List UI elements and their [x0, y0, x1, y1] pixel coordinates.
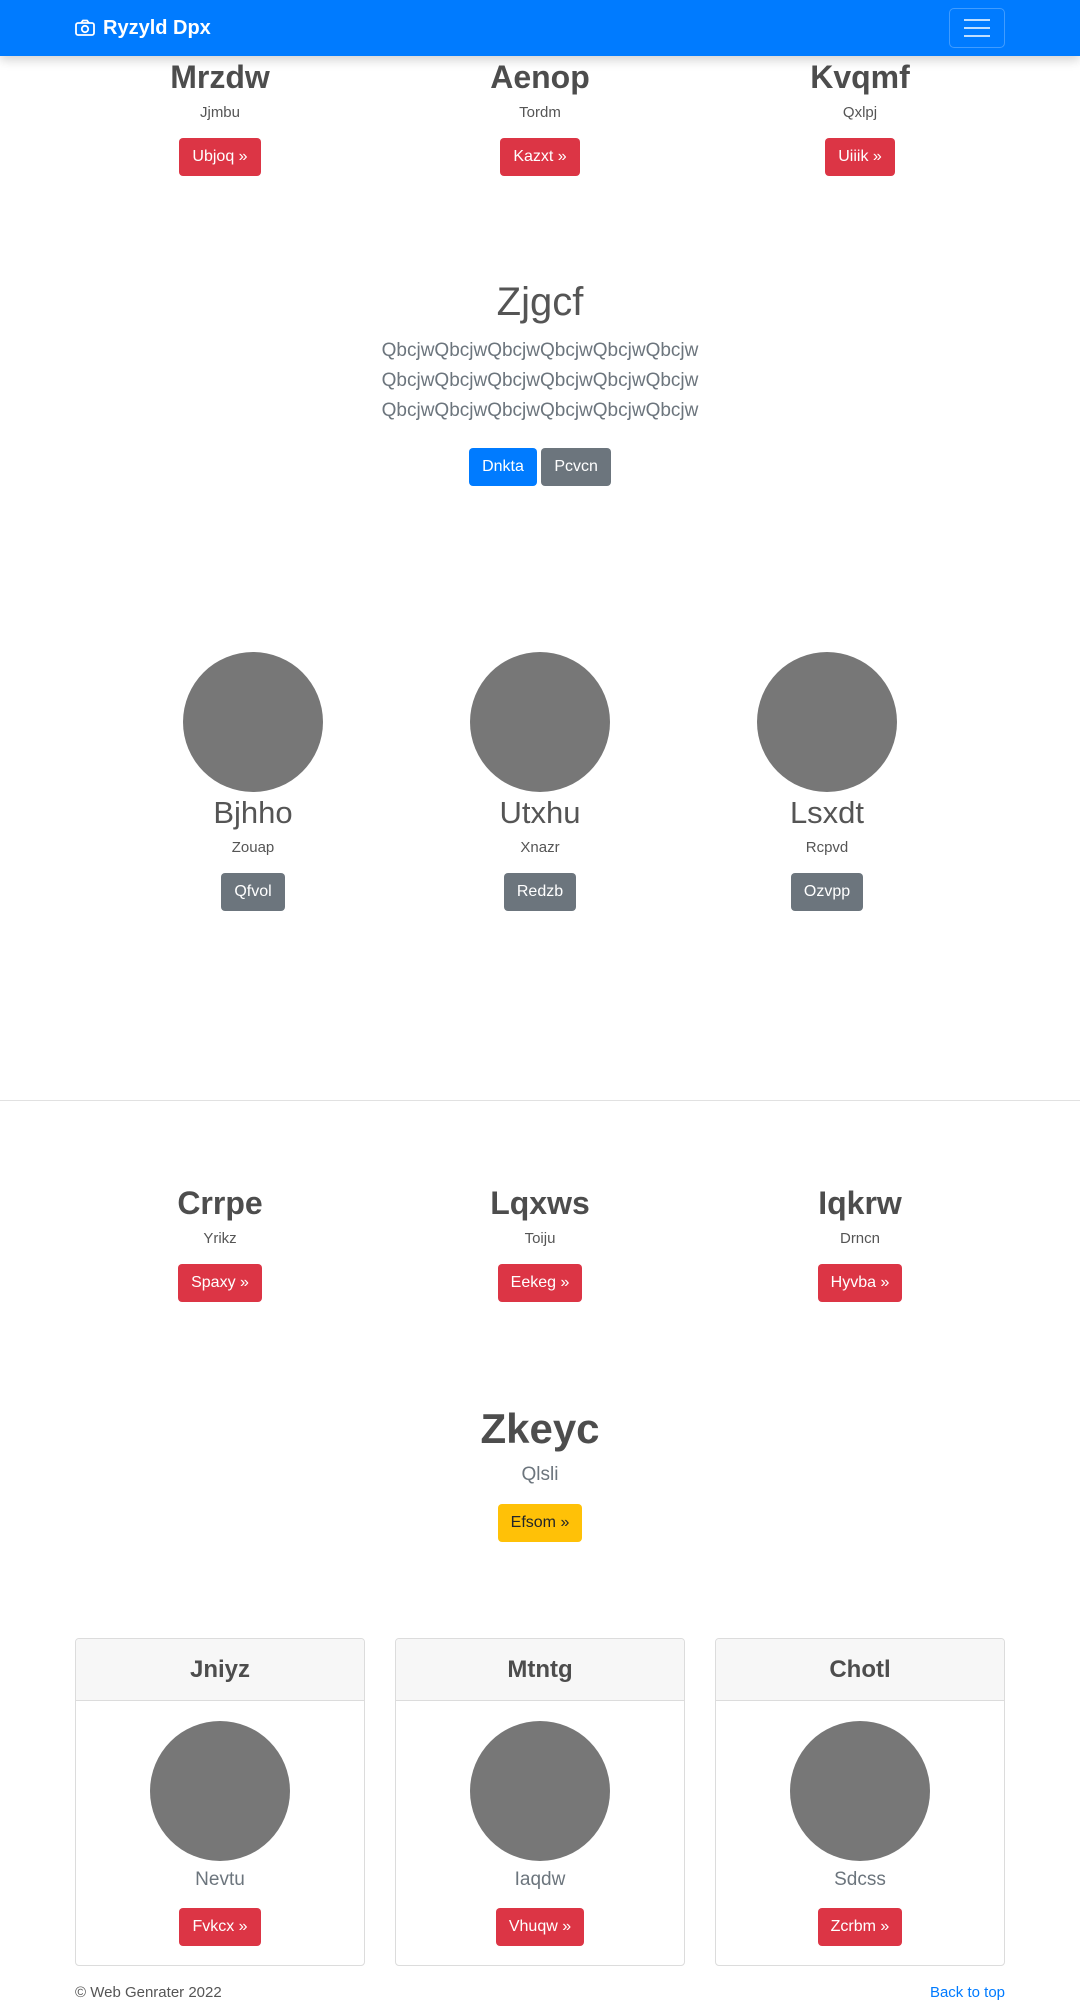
hero-lead: QbcjwQbcjwQbcjwQbcjwQbcjwQbcjw QbcjwQbcj…	[0, 336, 1080, 426]
hero-primary-button[interactable]: Dnkta	[469, 448, 537, 486]
callout-button[interactable]: Efsom »	[497, 1504, 583, 1543]
feature-button[interactable]: Uiiik »	[825, 138, 895, 177]
navbar: Ryzyld Dpx	[0, 0, 1080, 56]
feature-subtitle: Toiju	[524, 1230, 556, 1248]
avatar-button[interactable]: Redzb	[503, 873, 577, 912]
card-header: Jniyz	[76, 1639, 364, 1701]
card-subtitle: Nevtu	[195, 1869, 245, 1890]
feature-button[interactable]: Kazxt »	[500, 138, 580, 177]
feature-button[interactable]: Spaxy »	[178, 1264, 262, 1303]
card-image	[790, 1721, 930, 1861]
card-body: Nevtu Fvkcx »	[76, 1701, 364, 1946]
avatar-title: Lsxdt	[789, 795, 865, 830]
avatar-title: Bjhho	[213, 795, 293, 830]
feature-title: Iqkrw	[818, 1185, 902, 1221]
card-image	[150, 1721, 290, 1861]
hero-line: QbcjwQbcjwQbcjwQbcjwQbcjwQbcjw	[381, 400, 699, 421]
avatar-button[interactable]: Ozvpp	[790, 873, 864, 912]
mid-feature-3: Iqkrw Drncn Hyvba »	[700, 1184, 1020, 1303]
feature-subtitle: Qxlpj	[842, 104, 878, 122]
card-3: Chotl Sdcss Zcrbm »	[715, 1638, 1005, 1966]
navbar-brand[interactable]: Ryzyld Dpx	[75, 0, 211, 56]
card-button[interactable]: Fvkcx »	[179, 1907, 261, 1946]
avatar	[757, 652, 897, 792]
mid-feature-2: Lqxws Toiju Eekeg »	[380, 1184, 700, 1303]
mid-feature-1: Crrpe Yrikz Spaxy »	[60, 1184, 380, 1303]
avatar	[183, 652, 323, 792]
avatar-button[interactable]: Qfvol	[221, 873, 285, 912]
card-1: Jniyz Nevtu Fvkcx »	[75, 1638, 365, 1966]
card-subtitle: Iaqdw	[514, 1869, 566, 1890]
callout-section: Zkeyc Qlsli Efsom »	[0, 1404, 1080, 1543]
card-button[interactable]: Vhuqw »	[495, 1907, 585, 1946]
card-body: Iaqdw Vhuqw »	[396, 1701, 684, 1946]
card-button[interactable]: Zcrbm »	[817, 1907, 903, 1946]
footer-copyright: © Web Genrater 2022	[75, 1984, 222, 2001]
card-header: Chotl	[716, 1639, 1004, 1701]
feature-button[interactable]: Eekeg »	[497, 1264, 583, 1303]
feature-subtitle: Jjmbu	[199, 104, 240, 122]
avatar-subtitle: Zouap	[231, 839, 275, 857]
card-body: Sdcss Zcrbm »	[716, 1701, 1004, 1946]
avatar-column-3: Lsxdt Rcpvd Ozvpp	[667, 652, 987, 912]
feature-title: Lqxws	[490, 1185, 590, 1221]
feature-title: Kvqmf	[810, 59, 910, 95]
avatar-column-1: Bjhho Zouap Qfvol	[93, 652, 413, 912]
callout-subtitle: Qlsli	[521, 1464, 559, 1486]
avatar-title: Utxhu	[499, 795, 581, 830]
feature-subtitle: Yrikz	[203, 1230, 237, 1248]
hero-section: Zjgcf QbcjwQbcjwQbcjwQbcjwQbcjwQbcjw Qbc…	[0, 278, 1080, 486]
hamburger-icon	[964, 19, 990, 21]
hero-line: QbcjwQbcjwQbcjwQbcjwQbcjwQbcjw	[381, 370, 699, 391]
feature-button[interactable]: Ubjoq »	[179, 138, 261, 177]
section-divider	[0, 1100, 1080, 1101]
feature-title: Mrzdw	[170, 59, 270, 95]
avatar-column-2: Utxhu Xnazr Redzb	[380, 652, 700, 912]
hero-line: QbcjwQbcjwQbcjwQbcjwQbcjwQbcjw	[381, 340, 699, 361]
feature-subtitle: Tordm	[519, 104, 561, 122]
camera-icon	[75, 19, 95, 36]
card-2: Mtntg Iaqdw Vhuqw »	[395, 1638, 685, 1966]
top-feature-2: Aenop Tordm Kazxt »	[380, 58, 700, 177]
brand-text: Ryzyld Dpx	[103, 16, 211, 39]
callout-title: Zkeyc	[480, 1405, 600, 1452]
top-feature-3: Kvqmf Qxlpj Uiiik »	[700, 58, 1020, 177]
card-header: Mtntg	[396, 1639, 684, 1701]
hero-title: Zjgcf	[496, 280, 584, 324]
hero-secondary-button[interactable]: Pcvcn	[541, 448, 611, 486]
navbar-toggler-button[interactable]	[949, 8, 1005, 48]
card-image	[470, 1721, 610, 1861]
feature-subtitle: Drncn	[839, 1230, 880, 1248]
avatar-subtitle: Rcpvd	[805, 839, 849, 857]
feature-button[interactable]: Hyvba »	[817, 1264, 903, 1303]
card-subtitle: Sdcss	[834, 1869, 886, 1890]
top-feature-1: Mrzdw Jjmbu Ubjoq »	[60, 58, 380, 177]
feature-title: Aenop	[490, 59, 590, 95]
avatar	[470, 652, 610, 792]
avatar-subtitle: Xnazr	[520, 839, 560, 857]
feature-title: Crrpe	[177, 1185, 263, 1221]
back-to-top-link[interactable]: Back to top	[930, 1984, 1005, 2001]
